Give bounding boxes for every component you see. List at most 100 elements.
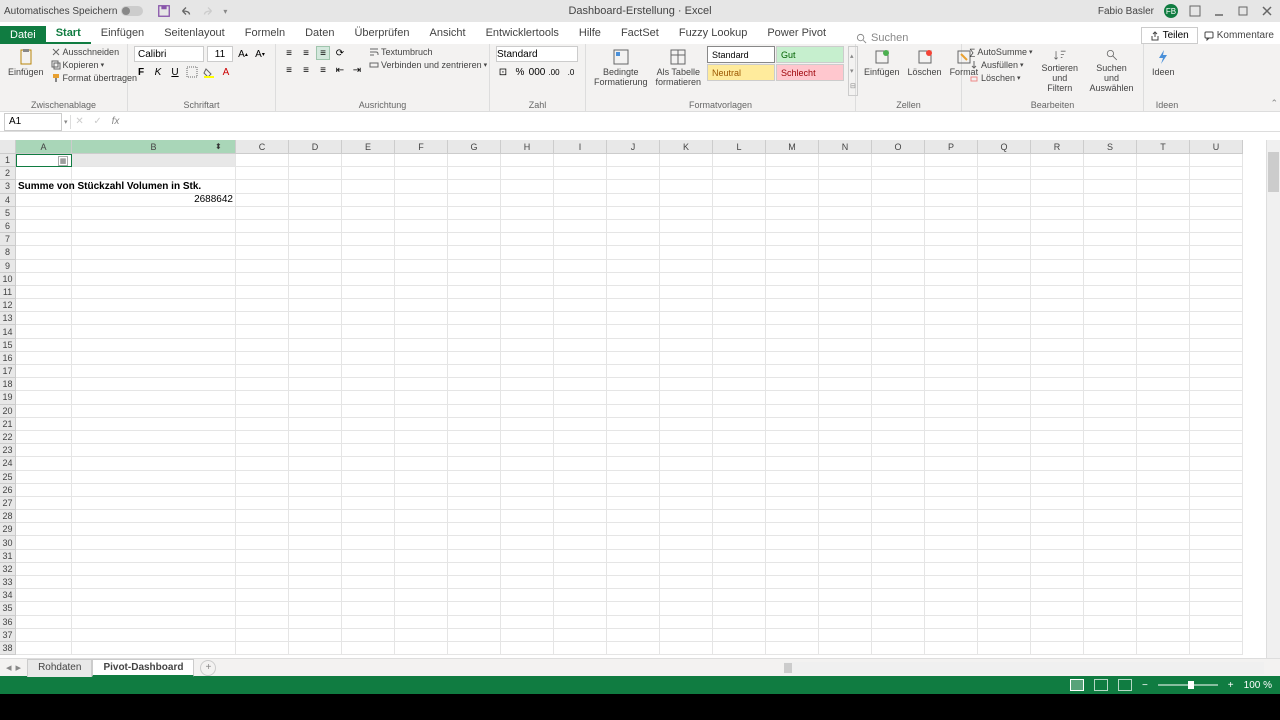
- cell-F31[interactable]: [395, 550, 448, 563]
- cell-N14[interactable]: [819, 325, 872, 338]
- cell-L10[interactable]: [713, 273, 766, 286]
- cell-K37[interactable]: [660, 629, 713, 642]
- cell-G26[interactable]: [448, 484, 501, 497]
- cell-U22[interactable]: [1190, 431, 1243, 444]
- cell-O31[interactable]: [872, 550, 925, 563]
- col-header-H[interactable]: H: [501, 140, 554, 154]
- cell-M11[interactable]: [766, 286, 819, 299]
- cell-P18[interactable]: [925, 378, 978, 391]
- cell-U24[interactable]: [1190, 457, 1243, 470]
- cell-R3[interactable]: [1031, 180, 1084, 193]
- tab-start[interactable]: Start: [46, 24, 91, 44]
- cell-O17[interactable]: [872, 365, 925, 378]
- cell-D10[interactable]: [289, 273, 342, 286]
- cell-C14[interactable]: [236, 325, 289, 338]
- cell-A24[interactable]: [16, 457, 72, 470]
- cell-B13[interactable]: [72, 312, 236, 325]
- cell-T34[interactable]: [1137, 589, 1190, 602]
- tab-hilfe[interactable]: Hilfe: [569, 24, 611, 44]
- cell-K36[interactable]: [660, 616, 713, 629]
- name-box-dropdown[interactable]: ▾: [62, 118, 70, 126]
- cell-T24[interactable]: [1137, 457, 1190, 470]
- cell-Q35[interactable]: [978, 602, 1031, 615]
- cell-I34[interactable]: [554, 589, 607, 602]
- cell-Q33[interactable]: [978, 576, 1031, 589]
- cell-P10[interactable]: [925, 273, 978, 286]
- cell-E30[interactable]: [342, 536, 395, 549]
- cell-K29[interactable]: [660, 523, 713, 536]
- cell-B31[interactable]: [72, 550, 236, 563]
- cell-Q5[interactable]: [978, 207, 1031, 220]
- cell-C9[interactable]: [236, 260, 289, 273]
- cell-M38[interactable]: [766, 642, 819, 655]
- cell-A9[interactable]: [16, 260, 72, 273]
- cell-N36[interactable]: [819, 616, 872, 629]
- cell-I4[interactable]: [554, 194, 607, 207]
- cancel-formula-button[interactable]: ✕: [71, 113, 89, 131]
- tab-file[interactable]: Datei: [0, 26, 46, 44]
- cell-D33[interactable]: [289, 576, 342, 589]
- cell-B17[interactable]: [72, 365, 236, 378]
- cell-J14[interactable]: [607, 325, 660, 338]
- col-header-M[interactable]: M: [766, 140, 819, 154]
- cell-I8[interactable]: [554, 246, 607, 259]
- cell-R11[interactable]: [1031, 286, 1084, 299]
- cell-M21[interactable]: [766, 418, 819, 431]
- cell-Q8[interactable]: [978, 246, 1031, 259]
- cell-A21[interactable]: [16, 418, 72, 431]
- cell-T25[interactable]: [1137, 471, 1190, 484]
- cell-T19[interactable]: [1137, 391, 1190, 404]
- cell-H7[interactable]: [501, 233, 554, 246]
- cell-S5[interactable]: [1084, 207, 1137, 220]
- cell-H5[interactable]: [501, 207, 554, 220]
- cell-B28[interactable]: [72, 510, 236, 523]
- cell-L20[interactable]: [713, 405, 766, 418]
- cell-U8[interactable]: [1190, 246, 1243, 259]
- cell-C11[interactable]: [236, 286, 289, 299]
- row-header-38[interactable]: 38: [0, 642, 16, 655]
- cell-T5[interactable]: [1137, 207, 1190, 220]
- comma-button[interactable]: 000: [530, 65, 544, 79]
- cell-J24[interactable]: [607, 457, 660, 470]
- cell-N1[interactable]: [819, 154, 872, 167]
- cell-H31[interactable]: [501, 550, 554, 563]
- cell-S31[interactable]: [1084, 550, 1137, 563]
- cell-G38[interactable]: [448, 642, 501, 655]
- vertical-scrollbar[interactable]: [1268, 152, 1279, 192]
- paste-button[interactable]: Einfügen: [6, 46, 46, 96]
- cell-J18[interactable]: [607, 378, 660, 391]
- cell-S2[interactable]: [1084, 167, 1137, 180]
- cell-B20[interactable]: [72, 405, 236, 418]
- cell-M23[interactable]: [766, 444, 819, 457]
- cell-P27[interactable]: [925, 497, 978, 510]
- cell-E9[interactable]: [342, 260, 395, 273]
- cell-U9[interactable]: [1190, 260, 1243, 273]
- cell-Q12[interactable]: [978, 299, 1031, 312]
- cell-U28[interactable]: [1190, 510, 1243, 523]
- cell-O30[interactable]: [872, 536, 925, 549]
- row-header-11[interactable]: 11: [0, 286, 16, 299]
- cell-M26[interactable]: [766, 484, 819, 497]
- cell-T7[interactable]: [1137, 233, 1190, 246]
- cell-D16[interactable]: [289, 352, 342, 365]
- cell-M35[interactable]: [766, 602, 819, 615]
- cell-O12[interactable]: [872, 299, 925, 312]
- cell-C33[interactable]: [236, 576, 289, 589]
- cell-U3[interactable]: [1190, 180, 1243, 193]
- cell-J1[interactable]: [607, 154, 660, 167]
- cell-P6[interactable]: [925, 220, 978, 233]
- cell-A11[interactable]: [16, 286, 72, 299]
- cell-Q15[interactable]: [978, 339, 1031, 352]
- cell-E34[interactable]: [342, 589, 395, 602]
- cell-R4[interactable]: [1031, 194, 1084, 207]
- cell-F14[interactable]: [395, 325, 448, 338]
- cell-U34[interactable]: [1190, 589, 1243, 602]
- cell-F2[interactable]: [395, 167, 448, 180]
- cell-L1[interactable]: [713, 154, 766, 167]
- cell-G33[interactable]: [448, 576, 501, 589]
- merge-button[interactable]: Verbinden und zentrieren ▾: [368, 59, 488, 71]
- cell-A14[interactable]: [16, 325, 72, 338]
- cell-T12[interactable]: [1137, 299, 1190, 312]
- tab-daten[interactable]: Daten: [295, 24, 344, 44]
- cell-A29[interactable]: [16, 523, 72, 536]
